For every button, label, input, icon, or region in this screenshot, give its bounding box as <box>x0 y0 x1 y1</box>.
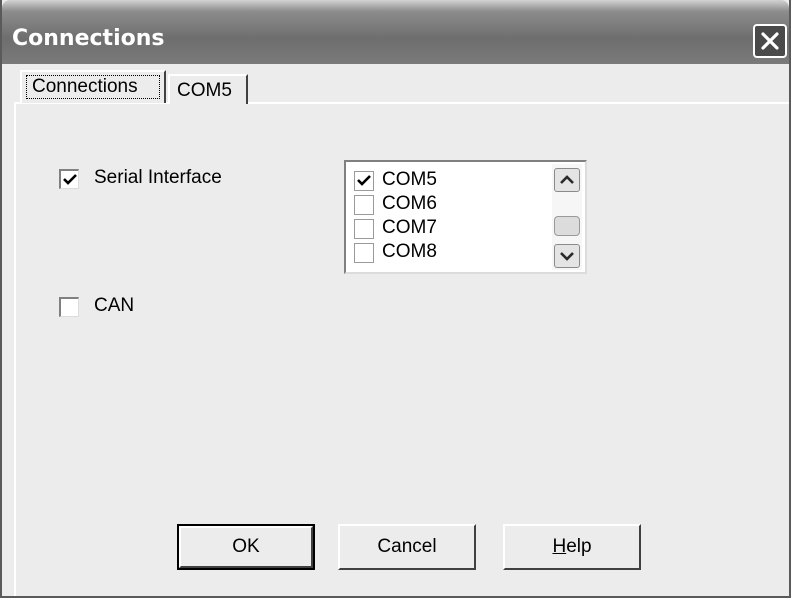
list-item-label: COM8 <box>382 241 437 262</box>
com7-checkbox[interactable] <box>354 219 374 239</box>
tab-label: COM5 <box>177 80 232 101</box>
close-button[interactable] <box>753 24 787 58</box>
tab-label: Connections <box>32 76 138 97</box>
dialog-window: Connections Connections COM5 Serial Inte… <box>0 0 791 598</box>
list-item-com6[interactable]: COM6 <box>354 193 549 218</box>
list-item-label: COM5 <box>382 169 437 190</box>
help-button[interactable]: Help <box>503 524 641 570</box>
window-title: Connections <box>12 26 165 51</box>
scroll-down-button[interactable] <box>554 244 580 268</box>
list-item-com7[interactable]: COM7 <box>354 217 549 242</box>
com-port-list[interactable]: COM5 COM6 COM7 COM8 <box>344 160 587 274</box>
list-item-com5[interactable]: COM5 <box>354 169 549 194</box>
ok-button[interactable]: OK <box>177 524 315 570</box>
com6-checkbox[interactable] <box>354 195 374 215</box>
chevron-up-icon <box>560 175 574 184</box>
list-item-com8[interactable]: COM8 <box>354 241 549 266</box>
list-item-label: COM6 <box>382 193 437 214</box>
serial-interface-label: Serial Interface <box>94 167 222 188</box>
tab-com5[interactable]: COM5 <box>168 74 248 104</box>
help-button-label: elp <box>566 536 592 557</box>
list-item-label: COM7 <box>382 217 437 238</box>
tab-connections[interactable]: Connections <box>20 70 166 103</box>
close-icon <box>761 32 779 50</box>
com8-checkbox[interactable] <box>354 243 374 263</box>
title-bar[interactable]: Connections <box>2 0 789 64</box>
scroll-thumb[interactable] <box>554 216 580 236</box>
chevron-down-icon <box>560 252 574 261</box>
com5-checkbox[interactable] <box>354 171 374 191</box>
help-mnemonic: H <box>552 536 567 557</box>
ok-button-label: OK <box>232 536 260 557</box>
serial-interface-checkbox[interactable] <box>59 169 79 189</box>
cancel-button[interactable]: Cancel <box>338 524 476 570</box>
can-checkbox[interactable] <box>59 297 79 317</box>
can-label: CAN <box>94 295 135 316</box>
cancel-button-label: Cancel <box>377 536 437 557</box>
checkmark-icon <box>63 174 77 185</box>
checkmark-icon <box>357 175 371 186</box>
scroll-up-button[interactable] <box>554 168 580 192</box>
vertical-scrollbar[interactable] <box>552 164 582 270</box>
